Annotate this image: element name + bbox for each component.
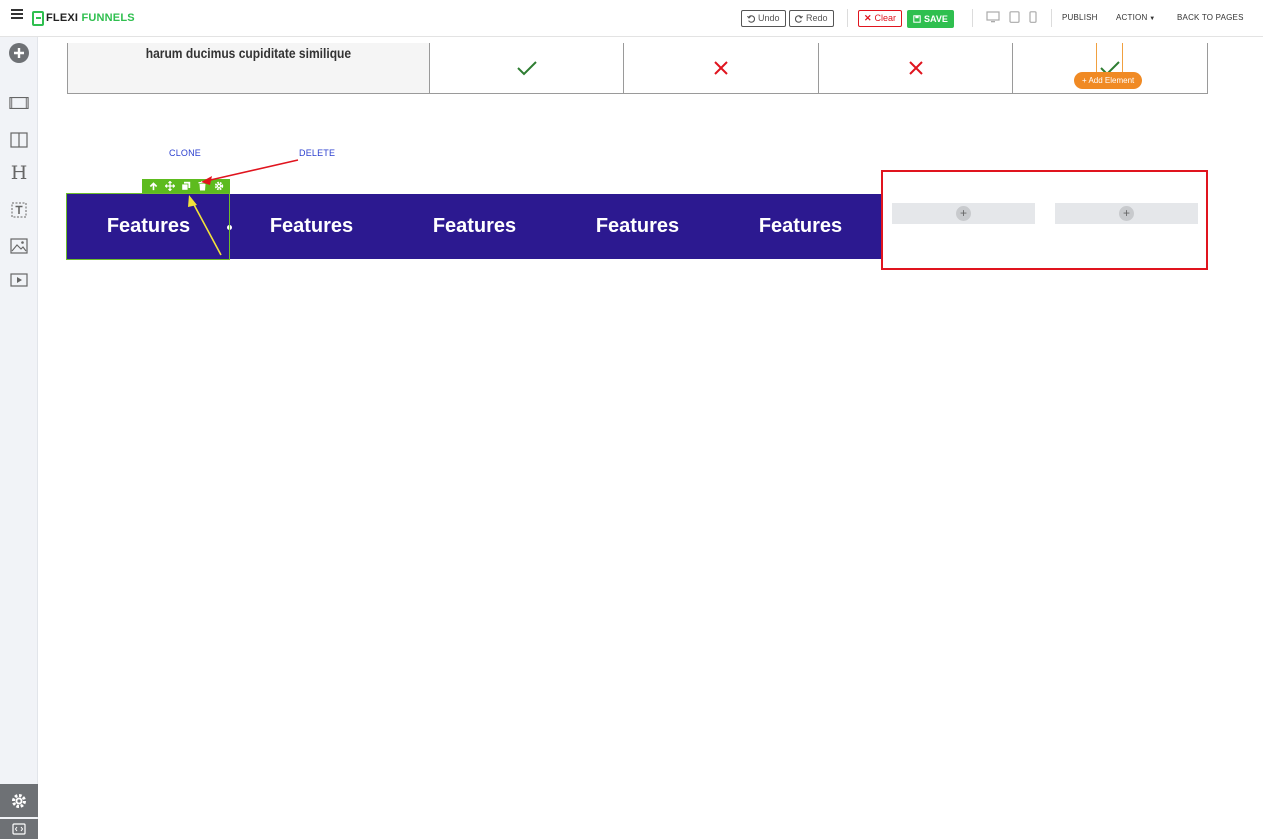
element-toolbar bbox=[142, 179, 230, 193]
section-icon[interactable] bbox=[9, 93, 29, 113]
mobile-icon[interactable] bbox=[1029, 11, 1037, 23]
close-icon: ✕ bbox=[864, 13, 872, 23]
empty-slot[interactable]: + bbox=[892, 203, 1035, 224]
guide-line bbox=[1096, 43, 1097, 73]
feature-item[interactable]: Features bbox=[393, 194, 556, 259]
undo-label: Undo bbox=[758, 13, 780, 23]
features-nav-bar: Features Features Features Features Feat… bbox=[67, 194, 881, 259]
tablet-icon[interactable] bbox=[1009, 11, 1020, 23]
guide-line bbox=[1122, 43, 1123, 73]
save-icon bbox=[913, 15, 921, 23]
delete-annotation: DELETE bbox=[299, 148, 336, 158]
save-label: SAVE bbox=[924, 13, 948, 24]
annotation-arrows bbox=[188, 159, 299, 256]
redo-label: Redo bbox=[806, 13, 828, 23]
cross-icon bbox=[908, 61, 923, 75]
separator-dot bbox=[227, 225, 232, 230]
highlight-box: + + bbox=[881, 170, 1208, 270]
publish-link[interactable]: PUBLISH bbox=[1062, 13, 1098, 22]
cross-icon bbox=[714, 61, 728, 75]
add-icon[interactable] bbox=[9, 43, 29, 63]
empty-slot[interactable]: + bbox=[1055, 203, 1198, 224]
back-to-pages-link[interactable]: BACK TO PAGES bbox=[1177, 13, 1244, 22]
add-slot-icon[interactable]: + bbox=[956, 206, 971, 221]
logo-text-flexi: FLEXI bbox=[46, 12, 79, 24]
action-label: ACTION bbox=[1116, 13, 1148, 22]
clone-icon[interactable] bbox=[180, 180, 192, 192]
arrow-up-icon[interactable] bbox=[147, 180, 159, 192]
comparison-label-cell: harum ducimus cupiditate similique bbox=[68, 43, 430, 93]
columns-icon[interactable] bbox=[9, 130, 29, 150]
caret-down-icon: ▼ bbox=[1147, 16, 1156, 22]
add-element-button[interactable]: + Add Element bbox=[1074, 72, 1143, 89]
code-icon[interactable] bbox=[0, 819, 38, 839]
video-icon[interactable] bbox=[9, 270, 29, 290]
delete-arrow bbox=[205, 159, 299, 182]
clear-button[interactable]: ✕ Clear bbox=[858, 10, 903, 27]
editor-app: FLEXI FUNNELS Undo Redo ✕ Clear SAVE PUB… bbox=[0, 0, 1263, 839]
comparison-cell-active[interactable]: + Add Element bbox=[1013, 43, 1207, 93]
heading-icon[interactable]: H bbox=[9, 162, 29, 184]
settings-icon[interactable] bbox=[0, 784, 38, 817]
logo-text-funnels: FUNNELS bbox=[81, 12, 135, 24]
logo: FLEXI FUNNELS bbox=[32, 10, 135, 26]
clear-label: Clear bbox=[874, 13, 897, 23]
desktop-icon[interactable] bbox=[986, 11, 1000, 23]
redo-button[interactable]: Redo bbox=[789, 10, 834, 27]
comparison-label: harum ducimus cupiditate similique bbox=[145, 45, 352, 61]
divider bbox=[1051, 9, 1052, 27]
add-slot-icon[interactable]: + bbox=[1119, 206, 1134, 221]
logo-mark-icon bbox=[32, 10, 44, 26]
comparison-cell[interactable] bbox=[819, 43, 1013, 93]
feature-item[interactable]: Features bbox=[556, 194, 719, 259]
text-icon[interactable] bbox=[9, 200, 29, 220]
save-button[interactable]: SAVE bbox=[907, 10, 954, 28]
image-icon[interactable] bbox=[9, 236, 29, 256]
top-bar: FLEXI FUNNELS Undo Redo ✕ Clear SAVE PUB… bbox=[0, 0, 1263, 37]
divider bbox=[972, 9, 973, 27]
move-icon[interactable] bbox=[164, 180, 176, 192]
settings-icon[interactable] bbox=[213, 180, 225, 192]
left-sidebar: H bbox=[0, 37, 38, 839]
feature-item[interactable]: Features bbox=[67, 194, 230, 259]
feature-item[interactable]: Features bbox=[719, 194, 882, 259]
action-dropdown[interactable]: ACTION ▼ bbox=[1116, 13, 1155, 22]
undo-icon bbox=[747, 14, 755, 23]
comparison-row[interactable]: harum ducimus cupiditate similique + Add… bbox=[67, 43, 1208, 94]
delete-icon[interactable] bbox=[196, 180, 208, 192]
divider bbox=[847, 9, 848, 27]
undo-button[interactable]: Undo bbox=[741, 10, 786, 27]
hamburger-menu-icon[interactable] bbox=[11, 9, 23, 21]
clone-annotation: CLONE bbox=[169, 148, 202, 158]
check-icon bbox=[516, 61, 537, 76]
comparison-cell[interactable] bbox=[624, 43, 819, 93]
redo-icon bbox=[795, 14, 803, 23]
feature-item[interactable]: Features bbox=[230, 194, 393, 259]
comparison-cell[interactable] bbox=[430, 43, 624, 93]
